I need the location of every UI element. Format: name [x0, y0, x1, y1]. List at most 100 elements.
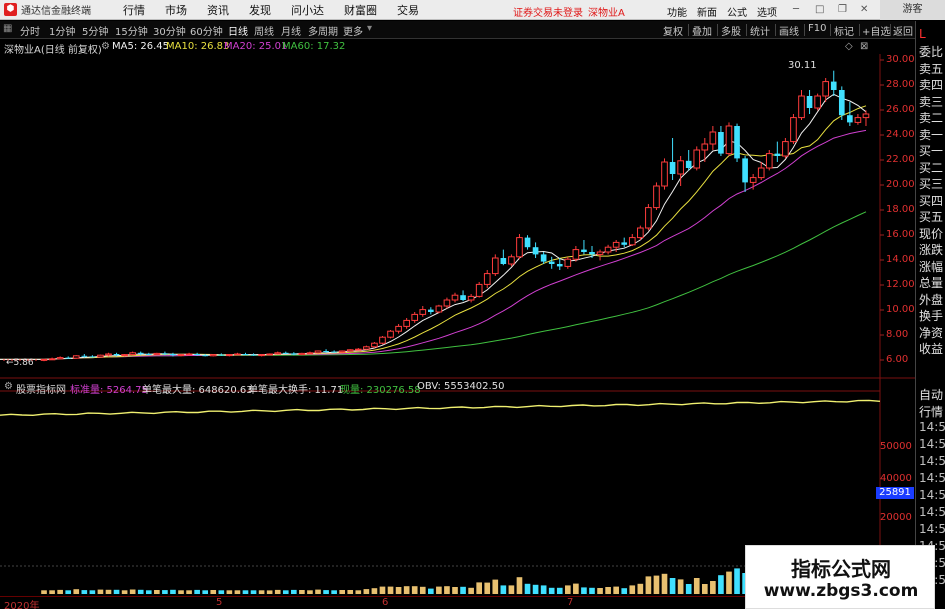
candle-body — [790, 117, 797, 143]
toolbar-grid-icon[interactable]: ▦ — [3, 23, 12, 34]
close-icon[interactable]: ✕ — [860, 4, 868, 15]
volume-bar — [291, 589, 297, 594]
period-15min[interactable]: 15分钟 — [115, 23, 148, 38]
right-panel-bottom-item[interactable]: 14:5 — [919, 454, 945, 468]
volume-bar — [532, 584, 539, 594]
right-panel-item[interactable]: 涨幅 — [919, 258, 943, 275]
right-panel-head[interactable]: L — [919, 27, 926, 41]
indicator-name[interactable]: 股票指标网 — [16, 381, 66, 396]
right-panel-item[interactable]: 买五 — [919, 208, 943, 225]
volume-bar — [564, 585, 571, 594]
right-panel-item[interactable]: 卖五 — [919, 60, 943, 77]
menu-ask[interactable]: 问小达 — [281, 2, 334, 18]
right-panel-item[interactable]: 换手 — [919, 307, 943, 324]
minimize-icon[interactable]: ─ — [793, 4, 799, 15]
right-panel-item[interactable]: 卖四 — [919, 76, 943, 93]
tool-add-watchlist[interactable]: +自选 — [862, 23, 890, 38]
candle-body — [491, 257, 499, 275]
menu-quotes[interactable]: 行情 — [113, 2, 155, 18]
right-panel-item[interactable]: 涨跌 — [919, 241, 943, 258]
restore-icon[interactable]: ❐ — [838, 4, 847, 15]
candle-body — [677, 160, 684, 175]
menu-new-page[interactable]: 新面 — [697, 4, 717, 19]
right-panel-item[interactable]: 卖二 — [919, 109, 943, 126]
kline-chart[interactable] — [0, 54, 915, 596]
right-panel-item[interactable]: 总量 — [919, 274, 943, 291]
volume-bar — [129, 589, 136, 594]
ma-settings-icon[interactable]: ⚙ — [101, 41, 110, 52]
volume-bar — [629, 585, 636, 594]
right-panel-item[interactable]: 净资 — [919, 324, 943, 341]
menu-options[interactable]: 选项 — [757, 4, 777, 19]
candle-body — [428, 309, 434, 312]
tool-mark[interactable]: 标记 — [834, 23, 854, 38]
login-status[interactable]: 证券交易未登录 — [513, 4, 583, 19]
right-panel-item[interactable]: 外盘 — [919, 291, 943, 308]
menu-market[interactable]: 市场 — [155, 2, 197, 18]
menu-trade[interactable]: 交易 — [387, 2, 429, 18]
candle-body — [718, 132, 724, 154]
candle-body — [612, 241, 620, 248]
price-axis-label: 6.00 — [886, 354, 909, 365]
indicator-settings-icon[interactable]: ⚙ — [4, 381, 13, 392]
right-panel-item[interactable]: 卖三 — [919, 93, 943, 110]
right-panel-item[interactable]: 买一 — [919, 142, 943, 159]
right-panel-item[interactable]: 买四 — [919, 192, 943, 209]
tool-back[interactable]: 返回 — [893, 23, 913, 38]
volume-bar — [492, 579, 499, 594]
tool-multi-stock[interactable]: 多股 — [721, 23, 741, 38]
right-panel-bottom-item[interactable]: 14:5 — [919, 505, 945, 519]
price-axis-label: 16.00 — [886, 229, 915, 240]
right-panel-item[interactable]: 买二 — [919, 159, 943, 176]
candle-body — [556, 264, 563, 267]
tool-overlay[interactable]: 叠加 — [692, 23, 712, 38]
right-panel-item[interactable]: 委比 — [919, 43, 943, 60]
period-multi[interactable]: 多周期 — [308, 23, 338, 38]
period-1min[interactable]: 1分钟 — [49, 23, 75, 38]
period-more[interactable]: 更多 — [343, 23, 363, 38]
period-30min[interactable]: 30分钟 — [153, 23, 186, 38]
period-weekly[interactable]: 周线 — [254, 23, 274, 38]
price-axis-label: 30.00 — [886, 54, 915, 65]
tool-draw[interactable]: 画线 — [779, 23, 799, 38]
maximize-icon[interactable]: □ — [815, 4, 824, 15]
candle-body — [105, 353, 112, 356]
right-panel-bottom-item[interactable]: 行情 — [919, 403, 943, 420]
right-panel-item[interactable]: 买三 — [919, 175, 943, 192]
period-monthly[interactable]: 月线 — [281, 23, 301, 38]
right-panel-bottom-item[interactable]: 14:5 — [919, 471, 945, 485]
tool-f10[interactable]: F10 — [808, 23, 826, 34]
right-panel-bottom-item[interactable]: 14:5 — [919, 437, 945, 451]
volume-bar — [701, 584, 708, 594]
right-panel-item[interactable]: 收益 — [919, 340, 943, 357]
tool-adjust[interactable]: 复权 — [663, 23, 683, 38]
right-panel-bottom-item[interactable]: 14:5 — [919, 522, 945, 536]
period-daily[interactable]: 日线 — [228, 23, 248, 38]
tool-stats[interactable]: 统计 — [750, 23, 770, 38]
right-panel-bottom-item[interactable]: 14:5 — [919, 420, 945, 434]
right-panel-bottom-item[interactable]: 14:5 — [919, 488, 945, 502]
menu-formula[interactable]: 公式 — [727, 4, 747, 19]
right-panel-item[interactable]: 卖一 — [919, 126, 943, 143]
diamond-icon[interactable]: ◇ — [845, 41, 853, 52]
period-timeshare[interactable]: 分时 — [20, 23, 40, 38]
collapse-icon[interactable]: ⊠ — [860, 41, 868, 52]
volume-bar — [645, 576, 652, 594]
right-panel-item[interactable]: 现价 — [919, 225, 943, 242]
title-stock-name: 深物业A — [588, 8, 625, 19]
title-bar: ⬢ 通达信金融终端 行情 市场 资讯 发现 问小达 财富圈 交易 证券交易未登录… — [0, 0, 945, 20]
right-panel-bottom-item[interactable]: 自动 — [919, 386, 943, 403]
menu-news[interactable]: 资讯 — [197, 2, 239, 18]
period-5min[interactable]: 5分钟 — [82, 23, 108, 38]
candle-body — [460, 295, 466, 300]
candle-body — [572, 249, 580, 260]
guest-button[interactable]: 游客 — [880, 0, 945, 20]
menu-function[interactable]: 功能 — [667, 4, 687, 19]
period-60min[interactable]: 60分钟 — [190, 23, 223, 38]
more-dropdown-icon[interactable]: ▾ — [367, 23, 372, 34]
candle-body — [387, 330, 394, 338]
menu-wealth[interactable]: 财富圈 — [334, 2, 387, 18]
indicator-header: ⚙ 股票指标网 标准量: 5264.75 单笔最大量: 648620.63 单笔… — [0, 380, 880, 396]
menu-discover[interactable]: 发现 — [239, 2, 281, 18]
volume-bar — [49, 590, 55, 594]
